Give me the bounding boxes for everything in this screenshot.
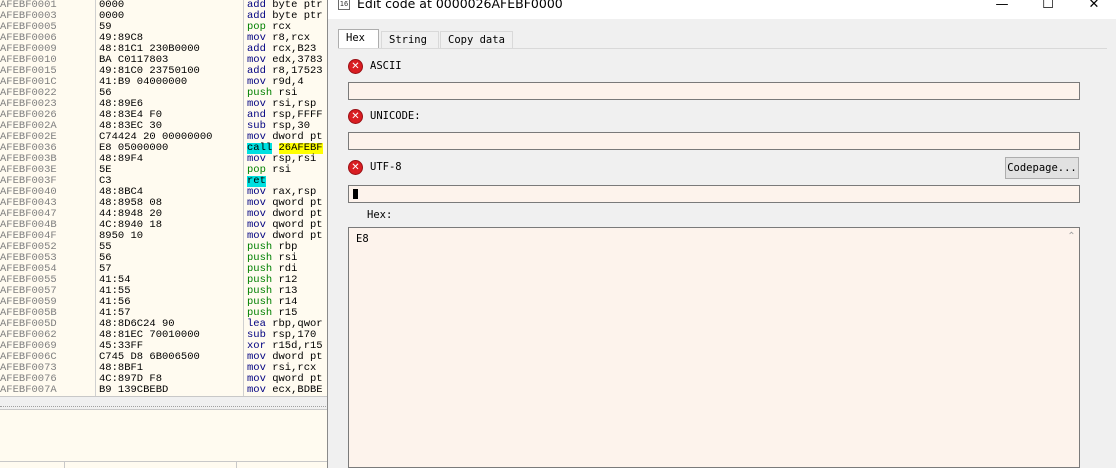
dialog-edge [1105,398,1116,468]
hex-label: Hex: [367,209,393,221]
tab-hex[interactable]: Hex [338,29,379,49]
close-button[interactable]: ✕ [1071,0,1116,19]
scroll-up-icon[interactable]: ⌃ [1064,228,1079,245]
unicode-label: UNICODE: [370,110,421,122]
operands-cell: ecx,BDBE [272,384,323,396]
unicode-label-row: ✕ UNICODE: [348,107,421,125]
unicode-field[interactable] [348,132,1080,150]
dialog-titlebar[interactable]: 16 Edit code at 0000026AFEBF0000 — ☐ ✕ [328,0,1116,19]
ascii-label-row: ✕ ASCII [348,57,402,75]
tab-string[interactable]: String [381,31,439,49]
operands-cell: rsi [272,164,292,176]
hex-textarea[interactable]: E8 ⌃ [348,227,1080,468]
tab-panel-border [338,48,1107,49]
hex-value: E8 [356,233,369,245]
text-caret [353,189,358,199]
column-separator [95,0,96,396]
tab-copy-data[interactable]: Copy data [440,31,513,49]
ascii-field[interactable] [348,82,1080,100]
app-icon: 16 [338,0,350,10]
utf8-label-row: ✕ UTF-8 [348,158,402,176]
bytes-cell: B9 139CBEBD [99,384,169,396]
lower-pane-columns [0,461,330,468]
dialog-title: Edit code at 0000026AFEBF0000 [357,0,563,11]
error-icon: ✕ [348,108,363,124]
maximize-button[interactable]: ☐ [1025,0,1071,19]
bytes-cell: 41:B9 04000000 [99,76,188,88]
codepage-button[interactable]: Codepage... [1005,157,1079,179]
utf8-label: UTF-8 [370,161,402,173]
mnemonic-cell: mov [247,384,266,396]
edit-code-dialog: 16 Edit code at 0000026AFEBF0000 — ☐ ✕ H… [327,0,1116,468]
error-icon: ✕ [348,58,363,74]
column-separator [243,0,244,396]
error-icon: ✕ [348,159,363,175]
minimize-button[interactable]: — [979,0,1025,19]
splitter-dots [0,399,330,407]
address-cell: AFEBF007A [0,384,57,396]
hex-scrollbar[interactable]: ⌃ [1064,228,1079,467]
ascii-label: ASCII [370,60,402,72]
utf8-field[interactable] [348,185,1080,203]
